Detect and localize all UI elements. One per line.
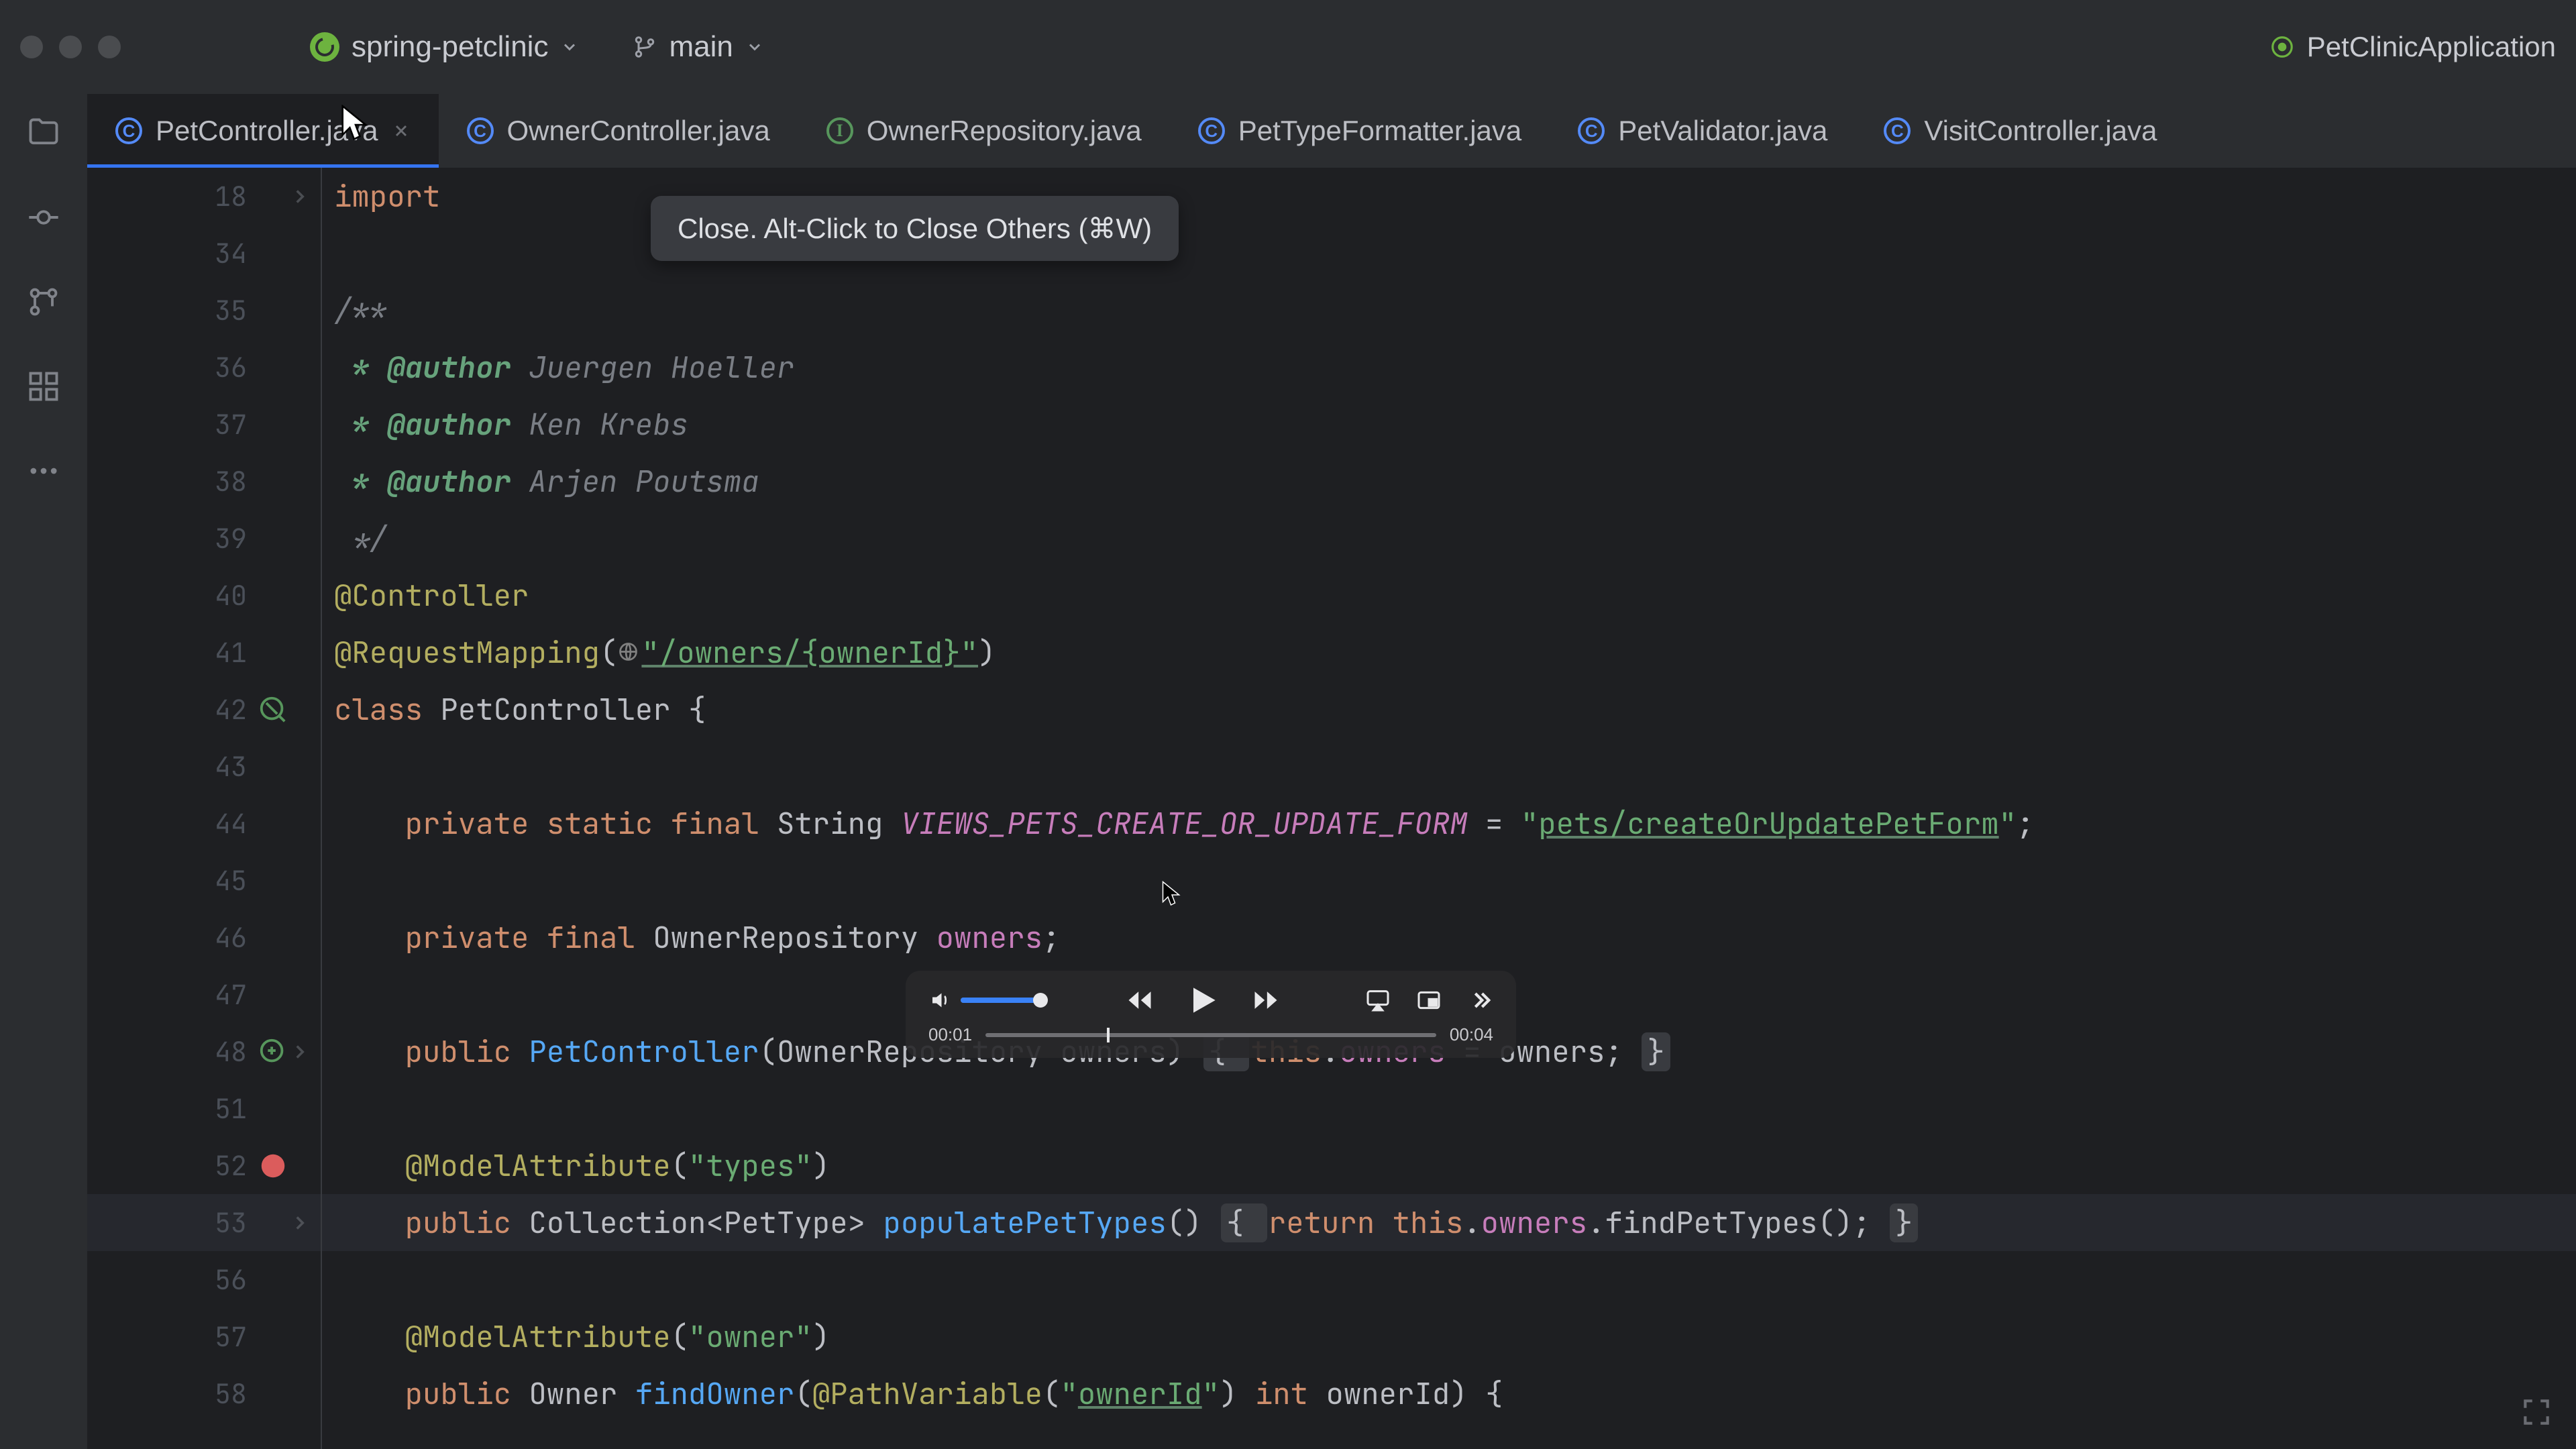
- pip-icon[interactable]: [1415, 987, 1442, 1014]
- structure-tool-button[interactable]: [25, 283, 62, 321]
- git-branch-icon: [633, 35, 657, 59]
- tab-label: PetValidator.java: [1618, 115, 1827, 147]
- breakpoint-icon[interactable]: [258, 1150, 288, 1181]
- line-number: 56: [215, 1262, 247, 1297]
- java-class-icon: [467, 117, 494, 144]
- tab-pettypeformatter[interactable]: PetTypeFormatter.java: [1170, 94, 1550, 168]
- tab-ownercontroller[interactable]: OwnerController.java: [439, 94, 798, 168]
- tool-window-bar: [0, 94, 87, 1449]
- line-number: 51: [215, 1091, 247, 1126]
- progress-bar[interactable]: [985, 1033, 1436, 1037]
- fullscreen-icon[interactable]: [2520, 1395, 2553, 1429]
- chevron-down-icon: [745, 38, 764, 56]
- zoom-window-icon[interactable]: [98, 36, 121, 58]
- project-selector[interactable]: spring-petclinic: [295, 25, 594, 69]
- line-number: 40: [215, 578, 247, 613]
- line-number: 45: [215, 863, 247, 898]
- autowired-gutter-icon[interactable]: [258, 1036, 288, 1067]
- volume-control[interactable]: [928, 988, 1041, 1012]
- line-number: 52: [215, 1148, 247, 1183]
- title-bar: spring-petclinic main PetClinicApplicati…: [0, 0, 2576, 94]
- line-number: 35: [215, 292, 247, 328]
- line-number: 44: [215, 806, 247, 841]
- total-time: 00:04: [1450, 1024, 1493, 1045]
- forward-button[interactable]: [1250, 984, 1282, 1016]
- line-number: 34: [215, 235, 247, 271]
- tooltip-text: Close. Alt-Click to Close Others (⌘W): [678, 213, 1152, 244]
- tab-label: OwnerController.java: [507, 115, 770, 147]
- editor-tabs: PetController.java OwnerController.java …: [87, 94, 2576, 168]
- volume-icon[interactable]: [928, 988, 953, 1012]
- video-player-controls[interactable]: 00:01 00:04: [906, 971, 1516, 1058]
- line-number: 38: [215, 464, 247, 499]
- volume-slider[interactable]: [961, 998, 1041, 1003]
- java-class-icon: [115, 117, 142, 144]
- rewind-button[interactable]: [1124, 984, 1156, 1016]
- java-class-icon: [1198, 117, 1225, 144]
- java-interface-icon: [826, 117, 853, 144]
- branch-name: main: [669, 30, 733, 64]
- spring-logo-icon: [310, 32, 339, 62]
- fold-icon[interactable]: [288, 185, 311, 208]
- line-number: 47: [215, 977, 247, 1012]
- chevron-down-icon: [560, 38, 579, 56]
- fold-icon[interactable]: [288, 1212, 311, 1234]
- tab-label: OwnerRepository.java: [867, 115, 1142, 147]
- project-tool-button[interactable]: [25, 114, 62, 152]
- line-number: 42: [215, 692, 247, 727]
- close-tab-icon[interactable]: [392, 121, 411, 140]
- line-number: 48: [215, 1034, 247, 1069]
- line-number: 57: [215, 1319, 247, 1354]
- tab-label: PetTypeFormatter.java: [1238, 115, 1522, 147]
- url-mapping-icon[interactable]: [617, 641, 641, 665]
- line-number: 18: [215, 178, 247, 214]
- line-number: 37: [215, 407, 247, 442]
- tab-label: PetController.java: [156, 115, 378, 147]
- window-controls[interactable]: [20, 36, 121, 58]
- line-number: 46: [215, 920, 247, 955]
- run-configuration[interactable]: PetClinicApplication: [2269, 31, 2556, 63]
- editor-gutter: 18 34 35 36 37 38 39 40 41 42 43 44 45 4…: [87, 168, 322, 1449]
- line-number: 39: [215, 521, 247, 556]
- more-icon[interactable]: [1466, 987, 1493, 1014]
- line-number: 41: [215, 635, 247, 670]
- line-number: 58: [215, 1376, 247, 1411]
- line-number: 36: [215, 350, 247, 385]
- tab-petvalidator[interactable]: PetValidator.java: [1550, 94, 1856, 168]
- minimize-window-icon[interactable]: [59, 36, 82, 58]
- close-tab-tooltip: Close. Alt-Click to Close Others (⌘W): [651, 196, 1179, 261]
- fold-icon[interactable]: [288, 1040, 311, 1063]
- line-number: 43: [215, 749, 247, 784]
- play-button[interactable]: [1183, 980, 1223, 1020]
- airplay-icon[interactable]: [1364, 987, 1391, 1014]
- java-class-icon: [1578, 117, 1605, 144]
- run-target-icon: [2269, 34, 2295, 60]
- project-name: spring-petclinic: [352, 30, 548, 64]
- line-number: 53: [215, 1205, 247, 1240]
- tab-label: VisitController.java: [1924, 115, 2157, 147]
- branch-selector[interactable]: main: [618, 25, 778, 69]
- tab-petcontroller[interactable]: PetController.java: [87, 94, 439, 168]
- java-class-icon: [1884, 117, 1911, 144]
- tab-visitcontroller[interactable]: VisitController.java: [1856, 94, 2185, 168]
- code-editor[interactable]: 18 34 35 36 37 38 39 40 41 42 43 44 45 4…: [87, 168, 2576, 1449]
- code-content[interactable]: Close. Alt-Click to Close Others (⌘W) im…: [322, 168, 2576, 1449]
- commit-tool-button[interactable]: [25, 199, 62, 236]
- run-config-name: PetClinicApplication: [2307, 31, 2556, 63]
- tab-ownerrepository[interactable]: OwnerRepository.java: [798, 94, 1170, 168]
- current-time: 00:01: [928, 1024, 972, 1045]
- services-tool-button[interactable]: [25, 368, 62, 405]
- more-tool-button[interactable]: [25, 452, 62, 490]
- bean-gutter-icon[interactable]: [258, 694, 288, 725]
- close-window-icon[interactable]: [20, 36, 43, 58]
